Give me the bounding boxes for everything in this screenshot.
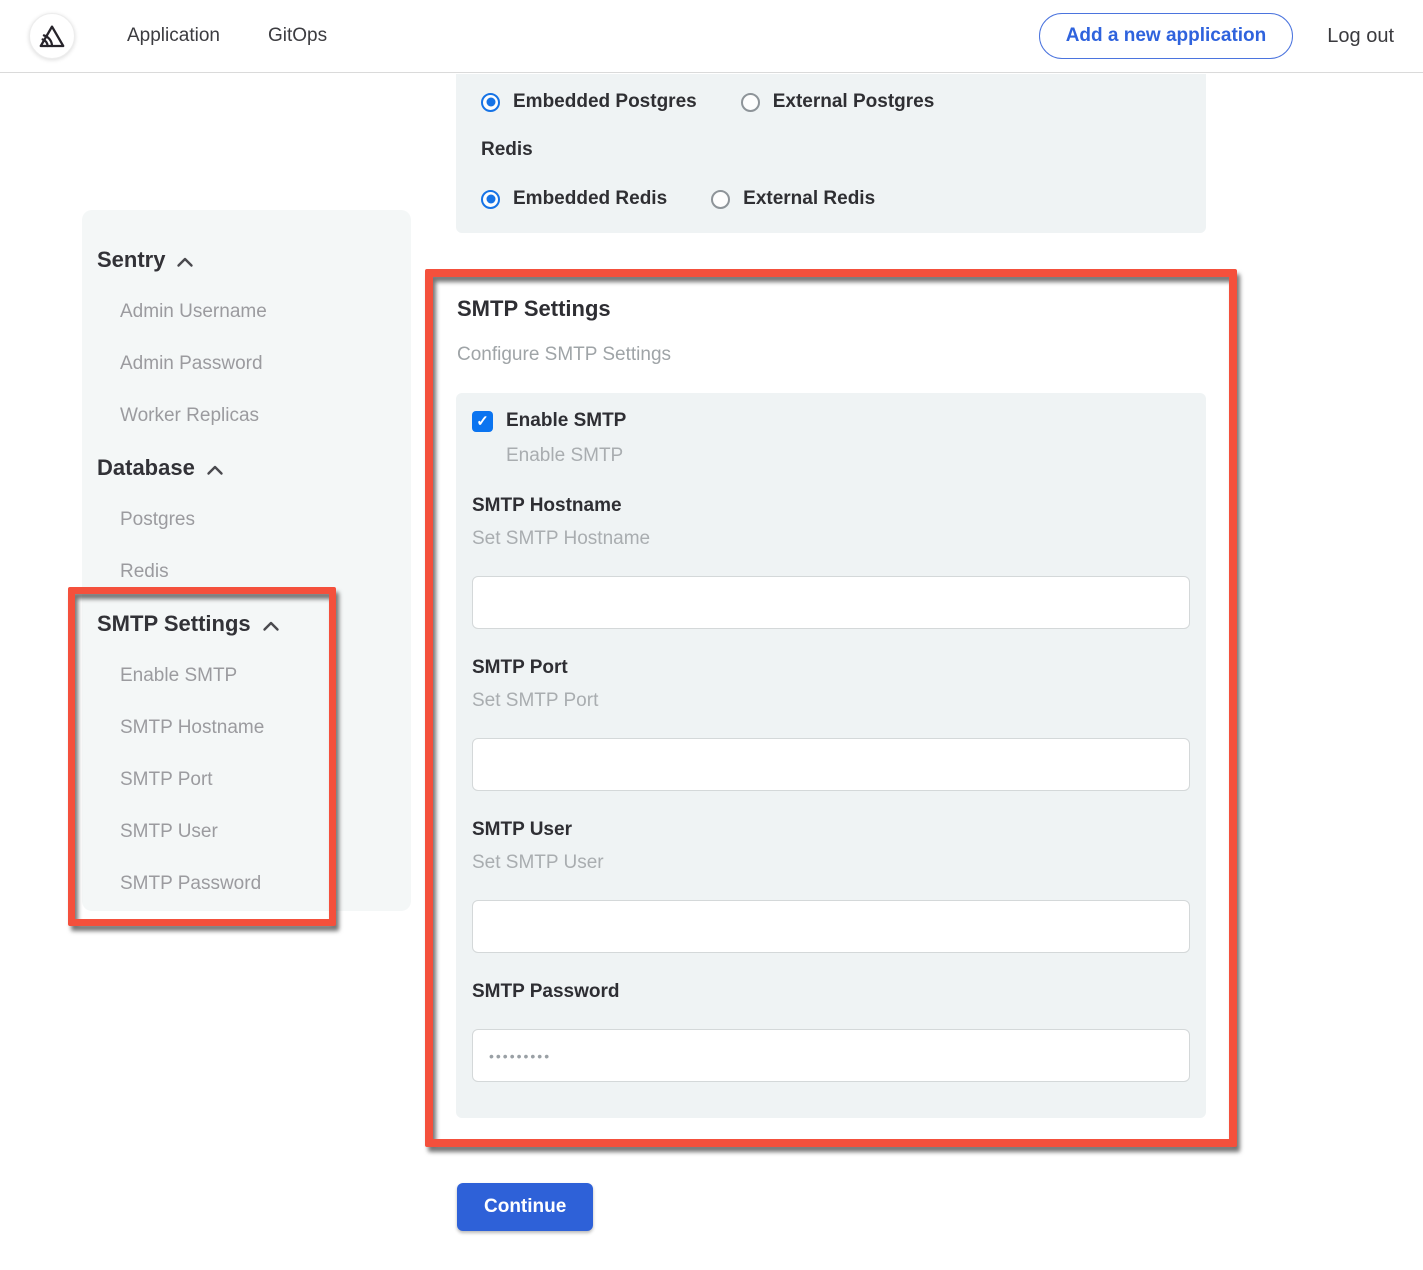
sidebar-item-redis[interactable]: Redis [82, 546, 411, 598]
sentry-logo[interactable] [29, 13, 75, 59]
smtp-user-helper: Set SMTP User [472, 852, 1190, 874]
sidebar-item-smtp-port[interactable]: SMTP Port [82, 754, 411, 806]
sidebar-group-smtp-settings[interactable]: SMTP Settings [82, 598, 411, 650]
sidebar-group-smtp-settings-label: SMTP Settings [97, 611, 251, 637]
smtp-section-subtitle: Configure SMTP Settings [457, 344, 671, 366]
smtp-hostname-helper: Set SMTP Hostname [472, 528, 1190, 550]
smtp-user-field: SMTP User Set SMTP User [472, 819, 1190, 953]
enable-smtp-label: Enable SMTP [506, 410, 626, 432]
header-right: Add a new application Log out [1039, 13, 1394, 59]
radio-option-external-postgres[interactable]: External Postgres [741, 91, 935, 113]
smtp-port-field: SMTP Port Set SMTP Port [472, 657, 1190, 791]
radio-option-embedded-postgres[interactable]: Embedded Postgres [481, 91, 697, 113]
smtp-password-field: SMTP Password [472, 981, 1190, 1082]
smtp-settings-panel: ✓ Enable SMTP Enable SMTP SMTP Hostname … [456, 393, 1206, 1118]
nav-gitops[interactable]: GitOps [268, 25, 327, 47]
sidebar-group-database[interactable]: Database [82, 442, 411, 494]
sidebar-item-postgres[interactable]: Postgres [82, 494, 411, 546]
postgres-radio-group: Embedded Postgres External Postgres [481, 88, 1190, 116]
redis-radio-group: Embedded Redis External Redis [481, 185, 1190, 213]
sidebar-group-database-label: Database [97, 455, 195, 481]
nav-application[interactable]: Application [127, 25, 220, 47]
smtp-user-input[interactable] [472, 900, 1190, 953]
smtp-port-helper: Set SMTP Port [472, 690, 1190, 712]
smtp-port-input[interactable] [472, 738, 1190, 791]
radio-embedded-redis-icon[interactable] [481, 190, 500, 209]
sidebar-group-sentry-label: Sentry [97, 247, 165, 273]
radio-embedded-postgres-label: Embedded Postgres [513, 91, 697, 113]
enable-smtp-checkbox[interactable]: ✓ [472, 411, 493, 432]
smtp-port-label: SMTP Port [472, 657, 1190, 679]
add-application-button[interactable]: Add a new application [1039, 13, 1294, 59]
smtp-hostname-label: SMTP Hostname [472, 495, 1190, 517]
header-nav: Application GitOps [127, 25, 327, 47]
smtp-hostname-field: SMTP Hostname Set SMTP Hostname [472, 495, 1190, 629]
chevron-up-icon [206, 464, 224, 476]
sidebar-group-sentry[interactable]: Sentry [82, 234, 411, 286]
sidebar-item-smtp-hostname[interactable]: SMTP Hostname [82, 702, 411, 754]
enable-smtp-row: ✓ Enable SMTP [472, 393, 1190, 432]
radio-embedded-postgres-icon[interactable] [481, 93, 500, 112]
database-config-panel: Embedded Postgres External Postgres Redi… [456, 74, 1206, 233]
smtp-hostname-input[interactable] [472, 576, 1190, 629]
radio-option-external-redis[interactable]: External Redis [711, 188, 875, 210]
radio-embedded-redis-label: Embedded Redis [513, 188, 667, 210]
enable-smtp-helper: Enable SMTP [506, 445, 1190, 467]
radio-option-embedded-redis[interactable]: Embedded Redis [481, 188, 667, 210]
chevron-up-icon [176, 256, 194, 268]
continue-button[interactable]: Continue [457, 1183, 593, 1231]
config-sidebar: Sentry Admin Username Admin Password Wor… [82, 210, 411, 911]
chevron-up-icon [262, 620, 280, 632]
smtp-section-title: SMTP Settings [457, 296, 611, 322]
sidebar-item-smtp-password[interactable]: SMTP Password [82, 858, 411, 910]
logout-link[interactable]: Log out [1327, 25, 1394, 48]
smtp-password-label: SMTP Password [472, 981, 1190, 1003]
radio-external-redis-icon[interactable] [711, 190, 730, 209]
sidebar-item-admin-password[interactable]: Admin Password [82, 338, 411, 390]
smtp-password-input[interactable] [472, 1029, 1190, 1082]
radio-external-postgres-icon[interactable] [741, 93, 760, 112]
sidebar-item-smtp-user[interactable]: SMTP User [82, 806, 411, 858]
sidebar-item-admin-username[interactable]: Admin Username [82, 286, 411, 338]
smtp-user-label: SMTP User [472, 819, 1190, 841]
sidebar-item-worker-replicas[interactable]: Worker Replicas [82, 390, 411, 442]
radio-external-redis-label: External Redis [743, 188, 875, 210]
redis-group-label: Redis [481, 136, 1190, 164]
sidebar-item-enable-smtp[interactable]: Enable SMTP [82, 650, 411, 702]
radio-external-postgres-label: External Postgres [773, 91, 935, 113]
app-header: Application GitOps Add a new application… [0, 0, 1423, 73]
